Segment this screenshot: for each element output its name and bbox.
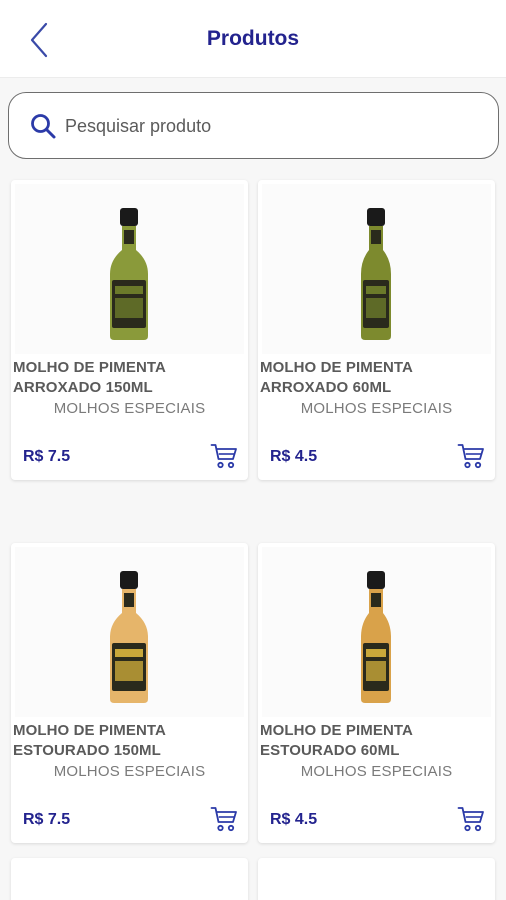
product-category: MOLHOS ESPECIAIS xyxy=(300,400,453,417)
product-name-line1: MOLHO DE PIMENTA xyxy=(13,722,166,739)
product-name: MOLHO DE PIMENTA ARROXADO 150ML xyxy=(13,358,245,398)
product-card[interactable] xyxy=(258,858,495,900)
product-bottle-image xyxy=(361,208,391,340)
product-image[interactable] xyxy=(15,547,244,717)
product-bottle-image xyxy=(110,571,148,703)
product-price: R$ 7.5 xyxy=(23,811,71,828)
product-category: MOLHOS ESPECIAIS xyxy=(53,763,206,780)
product-name: MOLHO DE PIMENTA ARROXADO 60ML xyxy=(260,358,492,398)
cart-icon xyxy=(210,807,237,832)
product-category: MOLHOS ESPECIAIS xyxy=(53,400,206,417)
product-name-line1: MOLHO DE PIMENTA xyxy=(13,359,166,376)
cart-icon xyxy=(457,444,484,469)
add-to-cart-button[interactable] xyxy=(210,805,238,833)
product-name-line2: ESTOURADO 60ML xyxy=(260,742,400,759)
product-name-line1: MOLHO DE PIMENTA xyxy=(260,359,413,376)
product-card[interactable]: MOLHO DE PIMENTA ARROXADO 60ML MOLHOS ES… xyxy=(258,180,495,480)
product-name: MOLHO DE PIMENTA ESTOURADO 150ML xyxy=(13,721,245,761)
product-name: MOLHO DE PIMENTA ESTOURADO 60ML xyxy=(260,721,492,761)
search-bar[interactable] xyxy=(8,92,499,159)
product-card[interactable]: MOLHO DE PIMENTA ESTOURADO 150ML MOLHOS … xyxy=(11,543,248,843)
add-to-cart-button[interactable] xyxy=(210,442,238,470)
product-card[interactable]: MOLHO DE PIMENTA ARROXADO 150ML MOLHOS E… xyxy=(11,180,248,480)
product-name-line1: MOLHO DE PIMENTA xyxy=(260,722,413,739)
product-category: MOLHOS ESPECIAIS xyxy=(300,763,453,780)
product-name-line2: ARROXADO 60ML xyxy=(260,379,392,396)
product-card[interactable]: MOLHO DE PIMENTA ESTOURADO 60ML MOLHOS E… xyxy=(258,543,495,843)
add-to-cart-button[interactable] xyxy=(457,805,485,833)
cart-icon xyxy=(210,444,237,469)
add-to-cart-button[interactable] xyxy=(457,442,485,470)
product-name-line2: ARROXADO 150ML xyxy=(13,379,153,396)
product-bottle-image xyxy=(361,571,391,703)
product-price: R$ 7.5 xyxy=(23,448,71,465)
search-input[interactable] xyxy=(65,107,485,145)
product-bottle-image xyxy=(110,208,148,340)
product-image[interactable] xyxy=(15,184,244,354)
product-image[interactable] xyxy=(262,184,491,354)
product-price: R$ 4.5 xyxy=(270,811,318,828)
product-name-line2: ESTOURADO 150ML xyxy=(13,742,161,759)
search-icon xyxy=(31,114,56,139)
app-header: Produtos xyxy=(0,0,506,78)
product-price: R$ 4.5 xyxy=(270,448,318,465)
product-image[interactable] xyxy=(262,547,491,717)
page-title: Produtos xyxy=(206,27,300,50)
product-card[interactable] xyxy=(11,858,248,900)
cart-icon xyxy=(457,807,484,832)
